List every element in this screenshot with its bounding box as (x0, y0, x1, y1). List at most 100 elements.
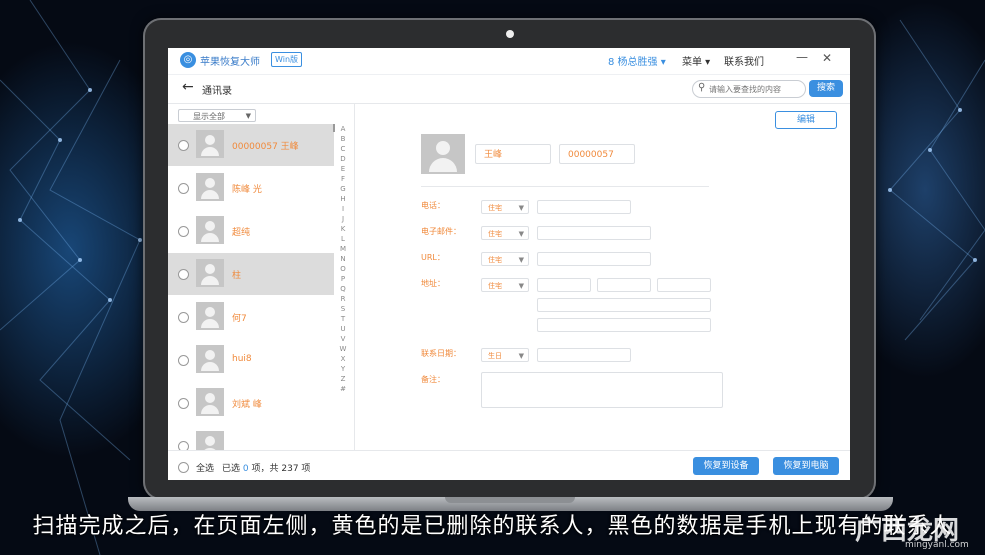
alphabet-letter[interactable]: X (336, 354, 350, 364)
alphabet-letter[interactable]: K (336, 224, 350, 234)
alphabet-letter[interactable]: I (336, 204, 350, 214)
contact-name: 柱 (232, 271, 242, 281)
address-type-value: 住宅 (488, 282, 502, 290)
address-line3-input[interactable] (537, 318, 711, 332)
notes-textarea[interactable] (481, 372, 723, 408)
email-input[interactable] (537, 226, 651, 240)
contact-radio[interactable] (178, 269, 189, 280)
email-type-select[interactable]: 住宅 ▼ (481, 226, 529, 240)
number-field[interactable]: 00000057 (559, 144, 635, 164)
alphabet-letter[interactable]: N (336, 254, 350, 264)
email-type-value: 住宅 (488, 230, 502, 238)
close-icon[interactable]: ✕ (822, 51, 832, 65)
contact-radio[interactable] (178, 183, 189, 194)
minimize-icon[interactable]: — (796, 50, 808, 64)
address-street-input[interactable] (537, 278, 591, 292)
contact-row[interactable]: 刘斌 峰 (168, 382, 334, 424)
date-label: 联系日期： (421, 349, 461, 358)
scrollbar[interactable] (333, 124, 335, 132)
alphabet-letter[interactable]: W (336, 344, 350, 354)
alphabet-letter[interactable]: D (336, 154, 350, 164)
url-type-value: 住宅 (488, 256, 502, 264)
contact-row[interactable]: 超纯 (168, 210, 334, 252)
alphabet-letter[interactable]: Y (336, 364, 350, 374)
url-input[interactable] (537, 252, 651, 266)
alphabet-letter[interactable]: # (336, 384, 350, 394)
contact-detail-panel: 编辑 王峰 00000057 电话： 住宅 ▼ 电子邮件： 住宅 ▼ URL： 住宅… (355, 104, 850, 450)
phone-type-value: 住宅 (488, 204, 502, 212)
contact-avatar-icon (196, 345, 224, 373)
alphabet-letter[interactable]: R (336, 294, 350, 304)
restore-to-pc-button[interactable]: 恢复到电脑 (773, 457, 839, 475)
select-all-label[interactable]: 全选 (196, 461, 214, 474)
url-label: URL： (421, 253, 445, 262)
selected-count: 0 (242, 464, 249, 474)
user-menu[interactable]: 8 杨总胜强 ▾ (608, 53, 666, 68)
alphabet-letter[interactable]: U (336, 324, 350, 334)
url-type-select[interactable]: 住宅 ▼ (481, 252, 529, 266)
contact-list-panel: 显示全部 ▼ 00000057 王峰 陈峰 光超纯柱何7 hui8 刘斌 峰 ABCD… (168, 104, 355, 459)
filter-dropdown[interactable]: 显示全部 ▼ (178, 109, 256, 122)
contact-radio[interactable] (178, 398, 189, 409)
alphabet-letter[interactable]: E (336, 164, 350, 174)
date-input[interactable] (537, 348, 631, 362)
main-menu[interactable]: 菜单 ▾ (682, 53, 710, 68)
alphabet-letter[interactable]: P (336, 274, 350, 284)
app-title: 苹果恢复大师 (200, 57, 260, 68)
first-name-field[interactable]: 王峰 (475, 144, 551, 164)
search-icon: ⚲ (698, 82, 706, 93)
contact-radio[interactable] (178, 312, 189, 323)
alphabet-letter[interactable]: L (336, 234, 350, 244)
alphabet-letter[interactable]: O (336, 264, 350, 274)
contact-us-link[interactable]: 联系我们 (724, 53, 764, 68)
contact-avatar (421, 134, 465, 174)
edition-badge: Win版 (271, 52, 303, 67)
alphabet-letter[interactable]: H (336, 194, 350, 204)
chevron-down-icon: ▼ (518, 204, 524, 212)
alphabet-letter[interactable]: V (336, 334, 350, 344)
address-type-select[interactable]: 住宅 ▼ (481, 278, 529, 292)
restore-to-device-button[interactable]: 恢复到设备 (693, 457, 759, 475)
contact-row[interactable]: 陈峰 光 (168, 167, 334, 209)
chevron-down-icon: ▼ (518, 256, 524, 264)
address-line2-input[interactable] (537, 298, 711, 312)
alphabet-letter[interactable]: T (336, 314, 350, 324)
alphabet-letter[interactable]: M (336, 244, 350, 254)
contact-avatar-icon (196, 302, 224, 330)
alphabet-letter[interactable]: G (336, 184, 350, 194)
alphabet-letter[interactable]: F (336, 174, 350, 184)
selected-suffix: 项，共 237 项 (251, 464, 311, 474)
phone-type-select[interactable]: 住宅 ▼ (481, 200, 529, 214)
contact-radio[interactable] (178, 355, 189, 366)
search-box[interactable]: ⚲ (692, 80, 806, 98)
address-label: 地址： (421, 279, 445, 288)
contact-row[interactable]: 何7 (168, 296, 334, 338)
laptop-notch (445, 497, 575, 503)
contact-radio[interactable] (178, 226, 189, 237)
contact-avatar-icon (196, 173, 224, 201)
phone-input[interactable] (537, 200, 631, 214)
alphabet-letter[interactable]: A (336, 124, 350, 134)
alphabet-letter[interactable]: S (336, 304, 350, 314)
alphabet-letter[interactable]: J (336, 214, 350, 224)
select-all-radio[interactable] (178, 462, 189, 473)
date-type-select[interactable]: 生日 ▼ (481, 348, 529, 362)
alphabet-letter[interactable]: Z (336, 374, 350, 384)
address-zip-input[interactable] (657, 278, 711, 292)
contact-avatar-icon (196, 216, 224, 244)
back-arrow-icon[interactable]: ← (182, 79, 194, 95)
contact-avatar-icon (196, 130, 224, 158)
address-city-input[interactable] (597, 278, 651, 292)
contact-avatar-icon (196, 259, 224, 287)
edit-button[interactable]: 编辑 (775, 111, 837, 129)
alphabet-letter[interactable]: B (336, 134, 350, 144)
contact-row[interactable]: hui8 (168, 339, 334, 381)
alphabet-letter[interactable]: Q (336, 284, 350, 294)
contact-row[interactable]: 00000057 王峰 (168, 124, 334, 166)
search-input[interactable] (709, 81, 803, 97)
alphabet-letter[interactable]: C (336, 144, 350, 154)
contact-radio[interactable] (178, 140, 189, 151)
contact-row[interactable]: 柱 (168, 253, 334, 295)
app-window: ◎ 苹果恢复大师 Win版 8 杨总胜强 ▾ 菜单 ▾ 联系我们 — ✕ ← 通… (168, 48, 850, 480)
search-button[interactable]: 搜索 (809, 80, 843, 97)
